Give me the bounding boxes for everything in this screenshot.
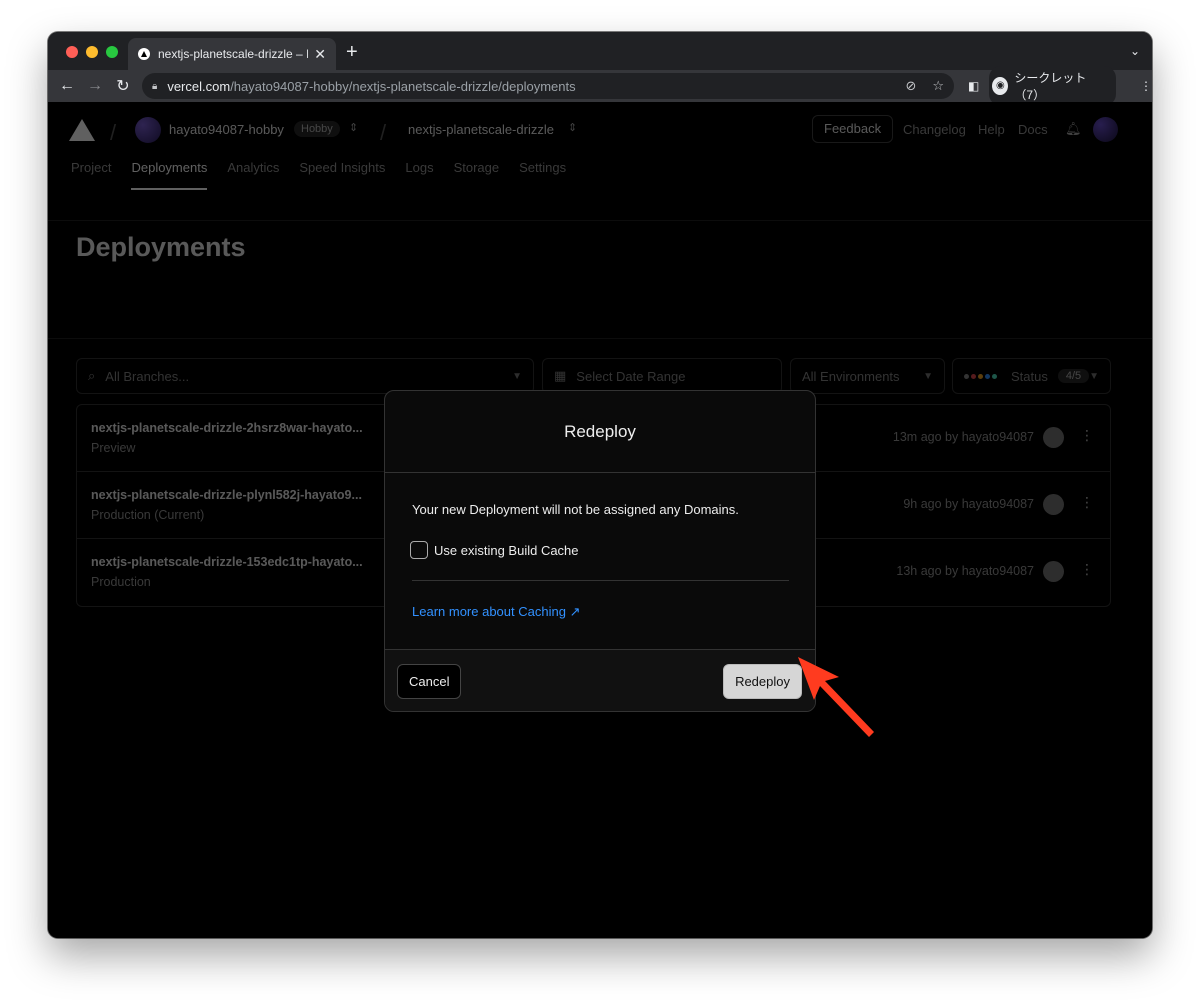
docs-link[interactable]: Docs (1018, 122, 1048, 137)
build-cache-checkbox[interactable] (410, 541, 428, 559)
incognito-icon: ◉ (992, 77, 1009, 95)
url-host: vercel.com (167, 78, 231, 94)
project-name[interactable]: nextjs-planetscale-drizzle (408, 122, 554, 137)
page-title: Deployments (76, 232, 246, 262)
incognito-label: シークレット（7） (1014, 71, 1087, 102)
side-panel-icon[interactable]: ◧ (968, 79, 979, 93)
minimize-window-button[interactable] (86, 46, 98, 58)
tab-title: nextjs-planetscale-drizzle – De (158, 47, 309, 61)
back-arrow-icon[interactable]: ← (53, 77, 81, 95)
eye-off-icon[interactable]: ⊘ (905, 78, 916, 94)
divider (48, 338, 1152, 339)
divider (412, 580, 789, 581)
redeploy-dialog: Redeploy Your new Deployment will not be… (384, 390, 816, 712)
team-avatar (135, 117, 161, 143)
build-cache-label: Use existing Build Cache (434, 542, 579, 558)
feedback-button[interactable]: Feedback (812, 115, 894, 143)
maximize-window-button[interactable] (106, 46, 118, 58)
tab-settings[interactable]: Settings (519, 160, 566, 190)
deployment-meta: 13m ago by hayato94087 (892, 430, 1034, 444)
project-switcher-icon[interactable]: ⇕ (568, 121, 577, 134)
calendar-icon: ▦ (554, 368, 567, 383)
more-options-icon[interactable]: ⋮ (1080, 494, 1094, 511)
browser-tab-bar: nextjs-planetscale-drizzle – De ✕ + ⌄ (48, 32, 1152, 70)
close-window-button[interactable] (66, 46, 78, 58)
browser-tab[interactable]: nextjs-planetscale-drizzle – De ✕ (128, 38, 336, 70)
browser-toolbar: ← → ↻ 🔒︎ vercel.com/hayato94087-hobby/ne… (48, 66, 1152, 106)
top-navigation: / hayato94087-hobby Hobby ⇕ / nextjs-pla… (48, 102, 1152, 160)
chevron-down-icon: ▼ (923, 370, 933, 382)
tab-project[interactable]: Project (71, 160, 111, 190)
help-link[interactable]: Help (978, 122, 1005, 137)
deployment-environment: Production (Current) (91, 508, 205, 522)
project-tabs: Project Deployments Analytics Speed Insi… (71, 160, 566, 190)
vercel-page: / hayato94087-hobby Hobby ⇕ / nextjs-pla… (48, 102, 1152, 938)
deployment-environment: Preview (91, 441, 136, 455)
notifications-bell-icon[interactable]: 🔔︎ (1065, 121, 1082, 137)
plan-badge: Hobby (294, 121, 340, 137)
redeploy-button[interactable]: Redeploy (723, 664, 802, 699)
reload-icon[interactable]: ↻ (109, 76, 137, 96)
environment-label: All Environments (802, 368, 900, 384)
tab-storage[interactable]: Storage (454, 160, 500, 190)
tab-logs[interactable]: Logs (405, 160, 433, 190)
browser-window: nextjs-planetscale-drizzle – De ✕ + ⌄ ← … (48, 32, 1152, 938)
bookmark-star-icon[interactable]: ☆ (932, 78, 944, 94)
deployment-environment: Production (91, 575, 151, 589)
environment-select[interactable]: All Environments ▼ (790, 358, 945, 394)
new-tab-icon[interactable]: + (346, 42, 358, 62)
more-options-icon[interactable]: ⋮ (1080, 427, 1094, 444)
team-switcher-icon[interactable]: ⇕ (349, 121, 358, 134)
annotation-arrow-icon (798, 657, 874, 737)
branch-search-placeholder: All Branches... (105, 368, 190, 384)
status-filter[interactable]: Status 4/5 ▼ (952, 358, 1111, 394)
branch-search-input[interactable]: ⌕ All Branches... ▼ (76, 358, 534, 394)
window-controls (66, 46, 118, 58)
dialog-message: Your new Deployment will not be assigned… (412, 502, 739, 517)
user-avatar[interactable] (1093, 117, 1118, 142)
status-count-badge: 4/5 (1057, 369, 1090, 383)
cancel-button[interactable]: Cancel (397, 664, 462, 699)
vercel-favicon-icon (138, 48, 150, 60)
forward-arrow-icon[interactable]: → (81, 77, 109, 95)
search-icon: ⌕ (88, 368, 96, 383)
dialog-footer: Cancel Redeploy (385, 649, 815, 711)
chevron-down-icon: ▼ (1089, 370, 1100, 382)
close-tab-icon[interactable]: ✕ (314, 46, 326, 63)
date-range-label: Select Date Range (576, 368, 686, 384)
team-name[interactable]: hayato94087-hobby (169, 122, 284, 137)
chevron-down-icon: ▼ (512, 370, 522, 382)
divider (48, 220, 1152, 221)
browser-menu-icon[interactable]: ⋮ (1140, 79, 1152, 93)
author-avatar (1043, 561, 1064, 582)
deployment-name[interactable]: nextjs-planetscale-drizzle-153edc1tp-hay… (91, 555, 363, 569)
build-cache-option[interactable]: Use existing Build Cache (410, 541, 579, 559)
status-label: Status (1011, 368, 1048, 384)
vercel-logo-icon[interactable] (69, 119, 95, 141)
changelog-link[interactable]: Changelog (903, 122, 966, 137)
tab-search-chevron-icon[interactable]: ⌄ (1130, 44, 1140, 58)
date-range-picker[interactable]: ▦ Select Date Range (542, 358, 782, 394)
tab-deployments[interactable]: Deployments (131, 160, 208, 190)
address-bar[interactable]: 🔒︎ vercel.com/hayato94087-hobby/nextjs-p… (142, 73, 954, 99)
learn-more-label: Learn more about Caching (412, 604, 566, 619)
deployment-meta: 9h ago by hayato94087 (903, 497, 1034, 511)
author-avatar (1043, 427, 1064, 448)
deployment-meta: 13h ago by hayato94087 (896, 564, 1034, 578)
incognito-badge[interactable]: ◉ シークレット（7） (989, 66, 1116, 106)
dialog-title: Redeploy (385, 391, 815, 473)
tab-analytics[interactable]: Analytics (227, 160, 279, 190)
lock-icon: 🔒︎ (152, 80, 158, 92)
url-path: /hayato94087-hobby/nextjs-planetscale-dr… (230, 78, 576, 94)
status-dots-icon (964, 373, 997, 379)
author-avatar (1043, 494, 1064, 515)
deployment-name[interactable]: nextjs-planetscale-drizzle-plynl582j-hay… (91, 488, 362, 502)
deployment-name[interactable]: nextjs-planetscale-drizzle-2hsrz8war-hay… (91, 421, 363, 435)
external-link-icon: ↗ (569, 604, 581, 619)
tab-speed-insights[interactable]: Speed Insights (299, 160, 385, 190)
breadcrumb-separator: / (110, 120, 117, 145)
learn-more-caching-link[interactable]: Learn more about Caching ↗ (412, 604, 580, 620)
breadcrumb-separator: / (380, 120, 387, 145)
more-options-icon[interactable]: ⋮ (1080, 561, 1094, 578)
